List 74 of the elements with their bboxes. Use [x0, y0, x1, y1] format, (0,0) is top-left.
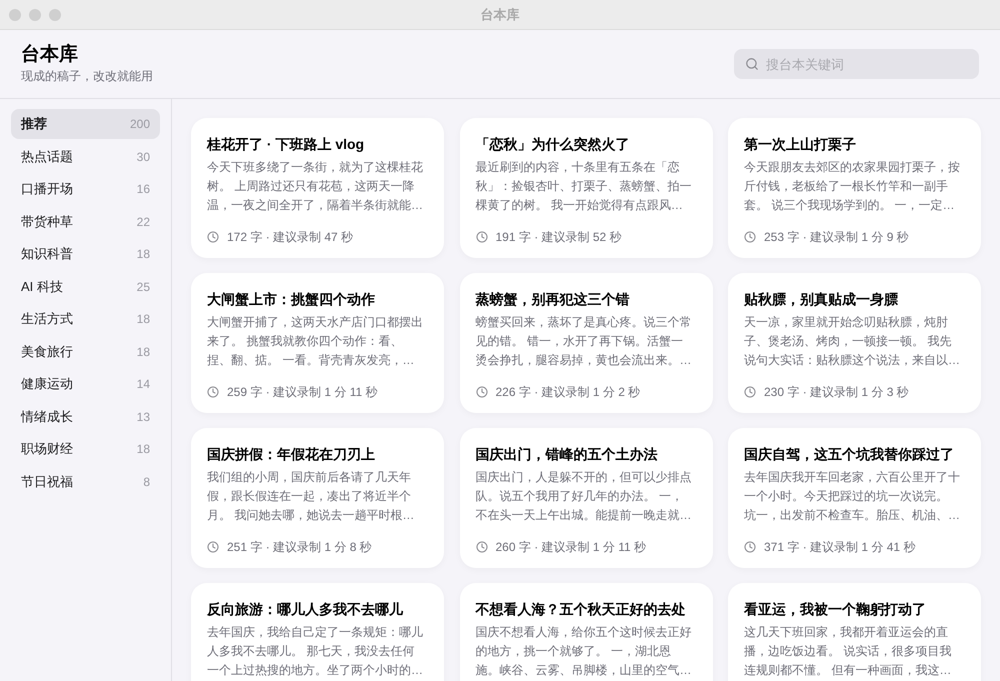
- clock-icon: [476, 231, 488, 243]
- card-title: 桂花开了 · 下班路上 vlog: [207, 135, 366, 153]
- script-card[interactable]: 不想看人海？五个秋天正好的去处 国庆不想看人海，给你五个这时候去正好 的地方，挑一个就够了。 一，湖北恩 施。峡谷、云雾、吊脚楼，山里的空气…: [460, 583, 712, 681]
- clock-icon: [476, 386, 488, 398]
- card-meta: 260 字 · 建议录制 1 分 11 秒: [496, 539, 646, 556]
- card-meta: 371 字 · 建议录制 1 分 41 秒: [764, 539, 916, 556]
- search-field[interactable]: 搜台本关键词: [734, 49, 979, 79]
- sidebar-item[interactable]: 推荐 200: [11, 109, 160, 139]
- card-meta: 259 字 · 建议录制 1 分 11 秒: [227, 384, 378, 401]
- card-meta: 230 字 · 建议录制 1 分 3 秒: [764, 384, 909, 401]
- card-title: 「恋秋」为什么突然火了: [476, 135, 630, 153]
- card-excerpt: 去年国庆，我给自己定了一条规矩：哪儿 人多我不去哪儿。 那七天，我没去任何 一个上过热搜的地方。坐了两个小时的…: [207, 624, 424, 679]
- card-excerpt: 大闸蟹开捕了，这两天水产店门口都摆出 来了。 挑蟹我就教你四个动作：看、 捏、翻、掂。 一看。背壳青灰发亮，…: [207, 314, 424, 369]
- script-card[interactable]: 蒸螃蟹，别再犯这三个错 螃蟹买回来，蒸坏了是真心疼。说三个常 见的错。 错一，水开了再下锅。活蟹一 烫会挣扎，腿容易掉，黄也会流出来。… 226 字 · 建议录制 1 分 2 秒: [460, 273, 712, 413]
- card-title: 看亚运，我被一个鞠躬打动了: [744, 600, 927, 618]
- minimize-button[interactable]: [29, 8, 41, 20]
- clock-icon: [476, 541, 488, 553]
- script-card[interactable]: 国庆拼假：年假花在刀刃上 我们组的小周，国庆前后各请了几天年 假，跟长假连在一起，凑出了将近半个 月。 我问她去哪，她说去一趟平时根… 251 字 · 建议录制 1 分 8 秒: [191, 428, 444, 568]
- clock-icon: [207, 541, 219, 553]
- card-meta: 172 字 · 建议录制 47 秒: [227, 229, 354, 246]
- clock-icon: [744, 231, 756, 243]
- card-excerpt: 今天下班多绕了一条街，就为了这棵桂花 树。 上周路过还只有花苞，这两天一降 温，一夜之间全开了，隔着半条街就能…: [207, 159, 424, 214]
- search-icon: [745, 57, 759, 71]
- card-excerpt: 天一凉，家里就开始念叨贴秋膘，炖肘 子、煲老汤、烤肉，一顿接一顿。 我先 说句大实话：贴秋膘这个说法，来自以…: [744, 314, 961, 369]
- clock-icon: [207, 386, 219, 398]
- clock-icon: [207, 231, 219, 243]
- script-card[interactable]: 大闸蟹上市：挑蟹四个动作 大闸蟹开捕了，这两天水产店门口都摆出 来了。 挑蟹我就教你四个动作：看、 捏、翻、掂。 一看。背壳青灰发亮，… 259 字 · 建议录制 1 分 11 秒: [191, 273, 444, 413]
- window-title: 台本库: [480, 6, 520, 24]
- zoom-button[interactable]: [49, 8, 61, 20]
- script-card[interactable]: 国庆自驾，这五个坑我替你踩过了 去年国庆我开车回老家，六百公里开了十 一个小时。今天把踩过的坑一次说完。 坑一，出发前不检查车。胎压、机油、… 371 字 · 建议录制 1 分 41 秒: [728, 428, 981, 568]
- script-card[interactable]: 第一次上山打栗子 今天跟朋友去郊区的农家果园打栗子，按 斤付钱，老板给了一根长竹竿和一副手 套。 说三个我现场学到的。 一，一定… 253 字 · 建议录制 1 分 9 秒: [728, 118, 981, 258]
- card-title: 国庆自驾，这五个坑我替你踩过了: [744, 445, 955, 463]
- sidebar-item[interactable]: 美食旅行 18: [11, 336, 160, 366]
- sidebar-item[interactable]: 健康运动 14: [11, 369, 160, 399]
- sidebar-item[interactable]: 情绪成长 13: [11, 402, 160, 432]
- close-button[interactable]: [9, 8, 21, 20]
- card-excerpt: 我们组的小周，国庆前后各请了几天年 假，跟长假连在一起，凑出了将近半个 月。 我问她去哪，她说去一趟平时根…: [207, 469, 416, 524]
- card-title: 大闸蟹上市：挑蟹四个动作: [207, 290, 376, 308]
- script-card[interactable]: 反向旅游：哪儿人多我不去哪儿 去年国庆，我给自己定了一条规矩：哪儿 人多我不去哪儿。 那七天，我没去任何 一个上过热搜的地方。坐了两个小时的…: [191, 583, 444, 681]
- clock-icon: [744, 386, 756, 398]
- sidebar-item[interactable]: 带货种草 22: [11, 206, 160, 236]
- card-title: 蒸螃蟹，别再犯这三个错: [476, 290, 630, 308]
- page-title: 台本库: [21, 43, 79, 67]
- card-excerpt: 今天跟朋友去郊区的农家果园打栗子，按 斤付钱，老板给了一根长竹竿和一副手 套。 说三个我现场学到的。 一，一定…: [744, 159, 961, 214]
- sidebar-item[interactable]: 节日祝福 8: [11, 466, 160, 496]
- sidebar-item[interactable]: 知识科普 18: [11, 239, 160, 269]
- card-title: 第一次上山打栗子: [744, 135, 857, 153]
- card-excerpt: 螃蟹买回来，蒸坏了是真心疼。说三个常 见的错。 错一，水开了再下锅。活蟹一 烫会挣扎，腿容易掉，黄也会流出来。…: [476, 314, 692, 369]
- card-excerpt: 国庆出门，人是躲不开的，但可以少排点 队。说五个我用了好几年的办法。 一， 不在头一天上午出城。能提前一晚走就…: [476, 469, 692, 524]
- card-excerpt: 这几天下班回家，我都开着亚运会的直 播，边吃饭边看。 说实话，很多项目我 连规则都不懂。 但有一种画面，我这…: [744, 624, 952, 679]
- sidebar-item[interactable]: 热点话题 30: [11, 142, 160, 172]
- clock-icon: [744, 541, 756, 553]
- script-card[interactable]: 「恋秋」为什么突然火了 最近刷到的内容，十条里有五条在「恋 秋」：捡银杏叶、打栗子、蒸螃蟹、拍一 棵黄了的树。 我一开始觉得有点跟风… 191 字 · 建议录制 52 秒: [460, 118, 712, 258]
- card-title: 反向旅游：哪儿人多我不去哪儿: [207, 600, 404, 618]
- card-meta: 191 字 · 建议录制 52 秒: [496, 229, 622, 246]
- card-excerpt: 去年国庆我开车回老家，六百公里开了十 一个小时。今天把踩过的坑一次说完。 坑一，出发前不检查车。胎压、机油、…: [744, 469, 961, 524]
- card-title: 贴秋膘，别真贴成一身膘: [744, 290, 899, 308]
- card-excerpt: 最近刷到的内容，十条里有五条在「恋 秋」：捡银杏叶、打栗子、蒸螃蟹、拍一 棵黄了的树。 我一开始觉得有点跟风…: [476, 159, 692, 214]
- card-meta: 251 字 · 建议录制 1 分 8 秒: [227, 539, 372, 556]
- card-excerpt: 国庆不想看人海，给你五个这时候去正好 的地方，挑一个就够了。 一，湖北恩 施。峡谷、云雾、吊脚楼，山里的空气…: [476, 624, 692, 679]
- card-meta: 253 字 · 建议录制 1 分 9 秒: [764, 229, 909, 246]
- sidebar-item[interactable]: AI 科技 25: [11, 272, 160, 302]
- script-card[interactable]: 看亚运，我被一个鞠躬打动了 这几天下班回家，我都开着亚运会的直 播，边吃饭边看。 说实话，很多项目我 连规则都不懂。 但有一种画面，我这…: [728, 583, 981, 681]
- script-card[interactable]: 桂花开了 · 下班路上 vlog 今天下班多绕了一条街，就为了这棵桂花 树。 上周路过还只有花苞，这两天一降 温，一夜之间全开了，隔着半条街就能… 172 字 · 建议录制 47 秒: [191, 118, 444, 258]
- card-title: 不想看人海？五个秋天正好的去处: [476, 600, 686, 618]
- card-title: 国庆拼假：年假花在刀刃上: [207, 445, 376, 463]
- sidebar-item[interactable]: 职场财经 18: [11, 434, 160, 464]
- sidebar-item[interactable]: 口播开场 16: [11, 174, 160, 204]
- card-title: 国庆出门，错峰的五个土办法: [476, 445, 658, 463]
- script-card[interactable]: 国庆出门，错峰的五个土办法 国庆出门，人是躲不开的，但可以少排点 队。说五个我用了好几年的办法。 一， 不在头一天上午出城。能提前一晚走就… 260 字 · 建议录制 1 分 11 秒: [460, 428, 712, 568]
- script-card[interactable]: 贴秋膘，别真贴成一身膘 天一凉，家里就开始念叨贴秋膘，炖肘 子、煲老汤、烤肉，一顿接一顿。 我先 说句大实话：贴秋膘这个说法，来自以… 230 字 · 建议录制 1 分 3 秒: [728, 273, 981, 413]
- page-subtitle: 现成的稿子，改改就能用: [21, 68, 153, 85]
- sidebar-item[interactable]: 生活方式 18: [11, 304, 160, 334]
- card-meta: 226 字 · 建议录制 1 分 2 秒: [496, 384, 640, 401]
